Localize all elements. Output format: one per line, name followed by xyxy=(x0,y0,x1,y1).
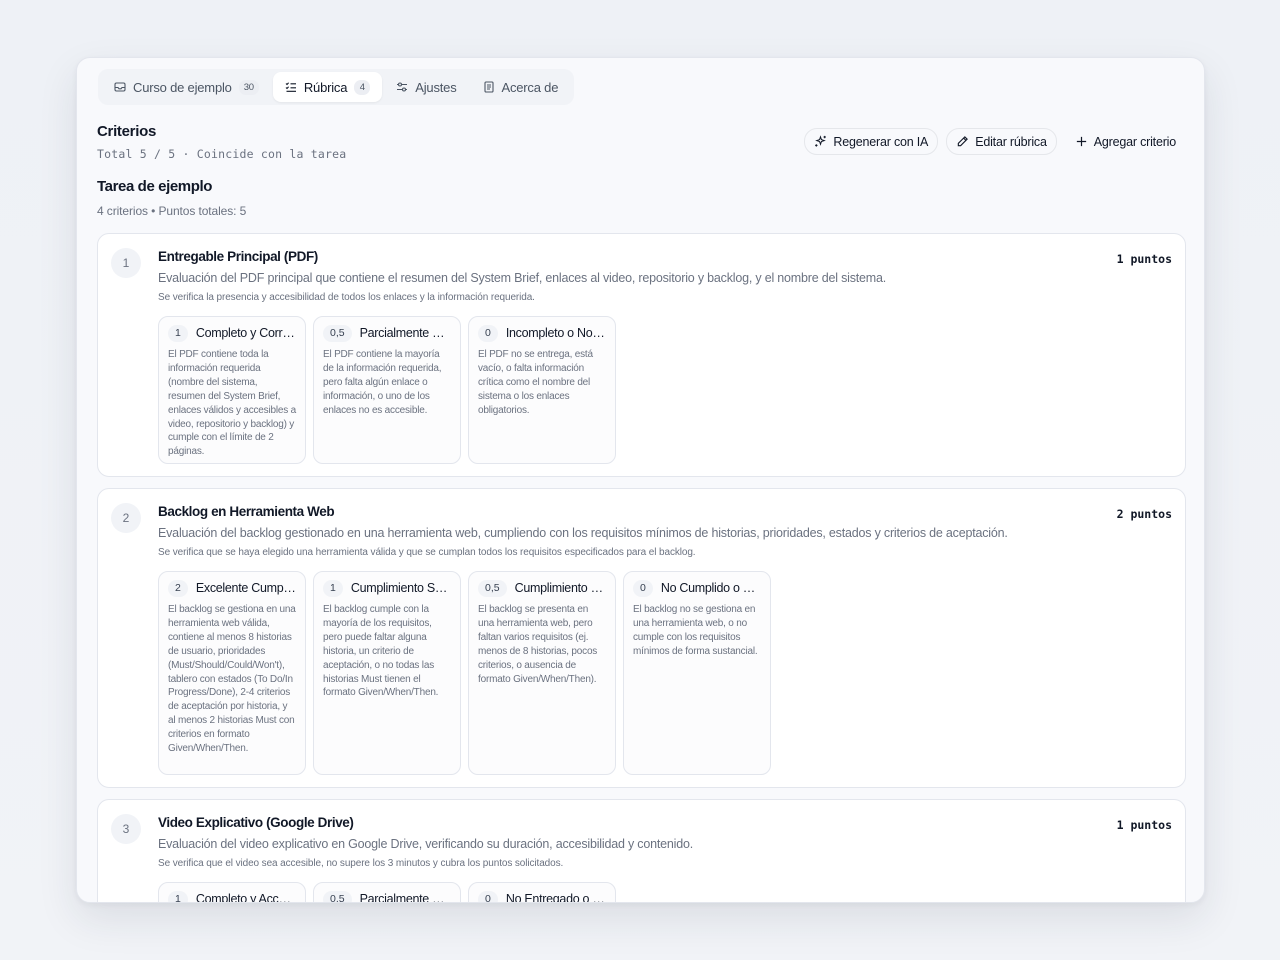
sparkles-icon xyxy=(814,135,827,148)
level-description: El backlog se gestiona en una herramient… xyxy=(168,604,296,755)
level-score: 1 xyxy=(168,890,188,902)
edit-rubric-button[interactable]: Editar rúbrica xyxy=(946,128,1057,155)
tab-course-count: 30 xyxy=(238,79,259,95)
level-description: El backlog se presenta en una herramient… xyxy=(478,604,598,685)
level-description: El PDF contiene la mayoría de la informa… xyxy=(323,349,442,416)
criterion-number: 1 xyxy=(111,248,141,278)
toolbar: Regenerar con IA Editar rúbrica Agregar … xyxy=(804,128,1186,155)
level-name: Completo y Correcto xyxy=(195,326,296,340)
level-card[interactable]: 0 Incompleto o No Entregado El PDF no se … xyxy=(468,316,616,464)
tab-about[interactable]: Acerca de xyxy=(471,72,571,102)
tab-rubric-label: Rúbrica xyxy=(303,79,348,95)
level-card[interactable]: 1 Cumplimiento Suficiente El backlog cump… xyxy=(313,571,461,775)
level-description: El PDF contiene toda la información requ… xyxy=(168,349,296,458)
level-score: 0,5 xyxy=(323,890,352,902)
sliders-icon xyxy=(396,81,408,93)
level-name: Cumplimiento Suficiente xyxy=(350,581,451,595)
tab-bar: Curso de ejemplo 30 Rúbrica 4 Ajustes Ac… xyxy=(98,69,575,105)
criterion-note: Se verifica que se haya elegido una herr… xyxy=(158,547,696,558)
criterion-note: Se verifica la presencia y accesibilidad… xyxy=(158,292,535,303)
level-card[interactable]: 0 No Entregado o No Accesible xyxy=(468,882,616,903)
level-name: Excelente Cumplimiento xyxy=(195,581,296,595)
plus-icon xyxy=(1075,135,1088,148)
level-description: El backlog cumple con la mayoría de los … xyxy=(323,604,439,699)
level-score: 0 xyxy=(633,579,653,597)
criterion-points: 1 puntos xyxy=(1116,252,1172,266)
levels-list: 1 Completo y Accesible 0,5 Parcialmente Co… xyxy=(158,882,616,903)
criterion-points: 2 puntos xyxy=(1116,507,1172,521)
criterion-title: Backlog en Herramienta Web xyxy=(158,504,335,519)
tab-settings[interactable]: Ajustes xyxy=(384,72,468,102)
level-score: 1 xyxy=(323,579,343,597)
level-card[interactable]: 0,5 Parcialmente Completo xyxy=(313,882,461,903)
levels-list: 2 Excelente Cumplimiento El backlog se ge… xyxy=(158,571,771,775)
regenerate-ai-button[interactable]: Regenerar con IA xyxy=(804,128,939,155)
level-card[interactable]: 2 Excelente Cumplimiento El backlog se ge… xyxy=(158,571,306,775)
criterion-points: 1 puntos xyxy=(1116,818,1172,832)
criterion-title: Entregable Principal (PDF) xyxy=(158,249,318,264)
criterion-card: 1 Entregable Principal (PDF) 1 puntos Ev… xyxy=(97,233,1186,477)
document-icon xyxy=(483,81,495,93)
section-title: Criterios xyxy=(97,123,156,140)
level-name: No Entregado o No Accesible xyxy=(505,892,606,903)
level-card[interactable]: 0,5 Cumplimiento Parcial El backlog se pr… xyxy=(468,571,616,775)
level-description: El PDF no se entrega, está vacío, o falt… xyxy=(478,349,593,416)
level-card[interactable]: 1 Completo y Correcto El PDF contiene tod… xyxy=(158,316,306,464)
level-score: 0,5 xyxy=(478,579,507,597)
section-subtitle: Total 5 / 5 · Coincide con la tarea xyxy=(97,147,347,161)
task-meta: 4 criterios • Puntos totales: 5 xyxy=(97,204,247,218)
regenerate-ai-label: Regenerar con IA xyxy=(833,134,929,149)
level-score: 0,5 xyxy=(323,324,352,342)
criterion-description: Evaluación del video explicativo en Goog… xyxy=(158,837,693,851)
level-name: Cumplimiento Parcial xyxy=(514,581,606,595)
pencil-icon xyxy=(956,135,969,148)
criterion-number: 2 xyxy=(111,503,141,533)
tab-rubric-count: 4 xyxy=(354,79,371,95)
level-name: Incompleto o No Entregado xyxy=(505,326,606,340)
criterion-number: 3 xyxy=(111,814,141,844)
tab-course[interactable]: Curso de ejemplo 30 xyxy=(102,72,271,102)
level-score: 1 xyxy=(168,324,188,342)
level-score: 0 xyxy=(478,890,498,902)
criterion-card: 2 Backlog en Herramienta Web 2 puntos Ev… xyxy=(97,488,1186,788)
criterion-description: Evaluación del backlog gestionado en una… xyxy=(158,526,1008,540)
criterion-card: 3 Video Explicativo (Google Drive) 1 pun… xyxy=(97,799,1186,903)
add-criterion-button[interactable]: Agregar criterio xyxy=(1065,128,1186,155)
inbox-icon xyxy=(114,81,126,93)
add-criterion-label: Agregar criterio xyxy=(1093,134,1176,149)
level-card[interactable]: 0,5 Parcialmente Completo El PDF contiene… xyxy=(313,316,461,464)
level-name: No Cumplido o No Entregado xyxy=(660,581,761,595)
level-score: 2 xyxy=(168,579,188,597)
checklist-icon xyxy=(285,81,297,93)
level-description: El backlog no se gestiona en una herrami… xyxy=(633,604,758,657)
app-window: Curso de ejemplo 30 Rúbrica 4 Ajustes Ac… xyxy=(76,57,1205,903)
criterion-note: Se verifica que el video sea accesible, … xyxy=(158,858,564,869)
level-score: 0 xyxy=(478,324,498,342)
level-card[interactable]: 0 No Cumplido o No Entregado El backlog n… xyxy=(623,571,771,775)
level-name: Parcialmente Completo xyxy=(359,326,451,340)
levels-list: 1 Completo y Correcto El PDF contiene tod… xyxy=(158,316,616,464)
task-title: Tarea de ejemplo xyxy=(97,178,213,195)
level-name: Parcialmente Completo xyxy=(359,892,451,903)
level-card[interactable]: 1 Completo y Accesible xyxy=(158,882,306,903)
tab-rubric[interactable]: Rúbrica 4 xyxy=(272,72,383,102)
tab-settings-label: Ajustes xyxy=(415,79,457,95)
tab-course-label: Curso de ejemplo xyxy=(133,79,232,95)
level-name: Completo y Accesible xyxy=(195,892,296,903)
criterion-title: Video Explicativo (Google Drive) xyxy=(158,815,354,830)
edit-rubric-label: Editar rúbrica xyxy=(975,134,1047,149)
tab-about-label: Acerca de xyxy=(501,79,559,95)
criterion-description: Evaluación del PDF principal que contien… xyxy=(158,271,887,285)
